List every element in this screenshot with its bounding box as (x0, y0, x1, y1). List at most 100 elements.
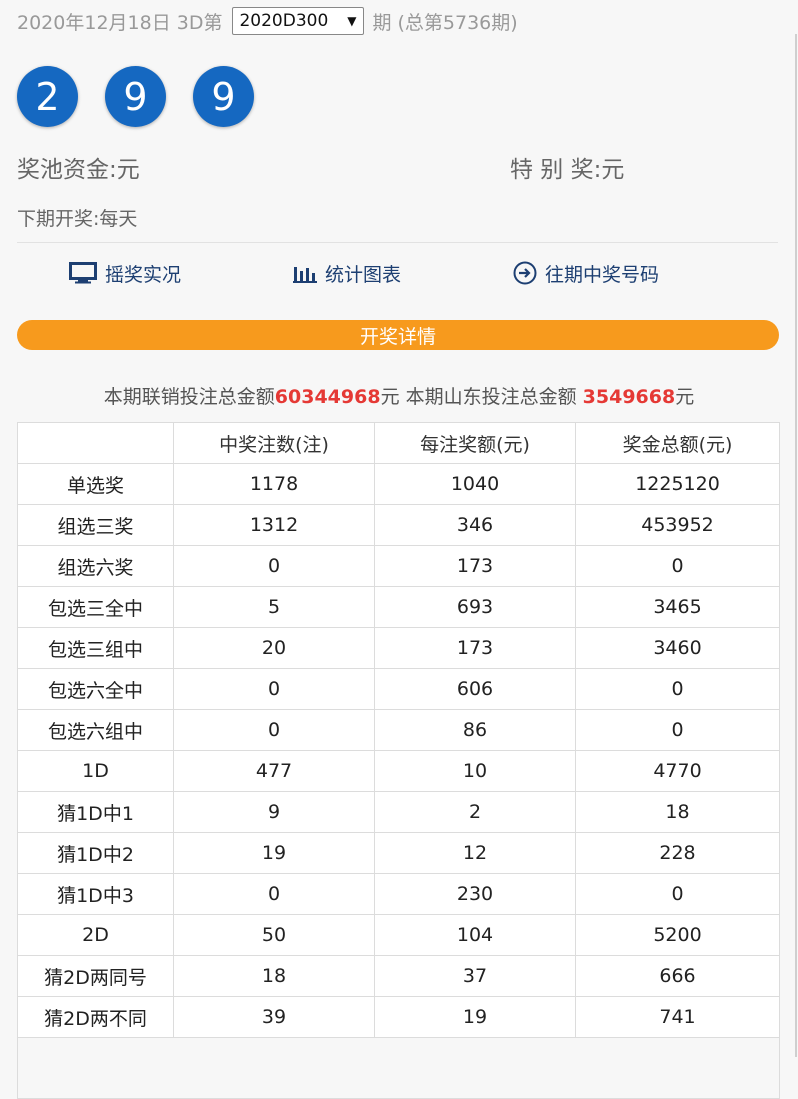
winner-count-cell: 19 (173, 832, 375, 874)
jackpot-value: 元 (116, 157, 140, 183)
scrollbar[interactable] (795, 34, 797, 1057)
prize-name-cell: 组选三奖 (17, 504, 174, 546)
issue-total-label: 期 (总第5736期) (372, 11, 518, 34)
empty-cell (17, 1037, 780, 1099)
special-prize-value: 元 (601, 157, 625, 183)
per-bet-prize-cell: 606 (374, 668, 576, 710)
total-prize-cell: 18 (575, 791, 780, 833)
table-row: 包选六全中 0 606 0 (17, 668, 780, 710)
number-ball: 9 (193, 66, 254, 127)
winning-numbers: 2 9 9 (17, 66, 281, 127)
prize-name-cell: 包选六组中 (17, 709, 174, 751)
winner-count-cell: 0 (173, 545, 375, 587)
total-prize-cell: 666 (575, 955, 780, 997)
table-row-empty (17, 1037, 780, 1099)
prize-name-cell: 包选三组中 (17, 627, 174, 669)
prize-name-cell: 1D (17, 750, 174, 792)
table-row: 包选三组中 20 173 3460 (17, 627, 780, 669)
table-row: 包选六组中 0 86 0 (17, 709, 780, 751)
number-ball: 9 (105, 66, 166, 127)
total-prize-cell: 4770 (575, 750, 780, 792)
prize-table: 中奖注数(注) 每注奖额(元) 奖金总额(元) 单选奖 1178 1040 12251… (17, 422, 780, 1099)
monitor-icon (69, 262, 97, 284)
table-row: 包选三全中 5 693 3465 (17, 586, 780, 628)
per-bet-prize-cell: 12 (374, 832, 576, 874)
live-draw-link[interactable]: 摇奖实况 (69, 258, 181, 288)
per-bet-prize-cell: 86 (374, 709, 576, 751)
per-bet-prize-cell: 104 (374, 914, 576, 956)
winner-count-cell: 1312 (173, 504, 375, 546)
table-row: 组选三奖 1312 346 453952 (17, 504, 780, 546)
draw-details-title: 开奖详情 (359, 325, 436, 348)
live-draw-label: 摇奖实况 (105, 263, 182, 286)
issue-select-value: 2020D300 (239, 11, 329, 31)
per-bet-prize-cell: 1040 (374, 463, 576, 505)
jackpot-pool: 奖池资金:元 (17, 150, 140, 184)
prize-name-cell: 2D (17, 914, 174, 956)
per-bet-prize-cell: 10 (374, 750, 576, 792)
prize-name-cell: 猜1D中2 (17, 832, 174, 874)
per-bet-prize-cell: 693 (374, 586, 576, 628)
prize-name-cell: 单选奖 (17, 463, 174, 505)
draw-details-bar[interactable]: 开奖详情 (17, 320, 779, 350)
winner-count-cell: 1178 (173, 463, 375, 505)
prize-table-body: 单选奖 1178 1040 1225120 组选三奖 1312 346 453952 组选六奖 0… (17, 463, 780, 1099)
table-row: 猜1D中3 0 230 0 (17, 873, 780, 915)
joint-sales-amount: 60344968 (274, 386, 381, 408)
prize-name-cell: 包选三全中 (17, 586, 174, 628)
arrow-circle-icon (513, 261, 537, 285)
prize-name-cell: 猜2D两不同 (17, 996, 174, 1038)
dropdown-arrow-icon: ▼ (347, 14, 357, 28)
number-ball: 2 (17, 66, 78, 127)
table-row: 2D 50 104 5200 (17, 914, 780, 956)
winner-count-cell: 18 (173, 955, 375, 997)
prize-name-cell: 猜2D两同号 (17, 955, 174, 997)
total-prize-cell: 1225120 (575, 463, 780, 505)
winner-count-cell: 39 (173, 996, 375, 1038)
total-prize-cell: 228 (575, 832, 780, 874)
winner-count-cell: 477 (173, 750, 375, 792)
winner-count-cell: 0 (173, 668, 375, 710)
header-cell: 中奖注数(注) (173, 422, 375, 464)
sales-totals: 本期联销投注总金额60344968元 本期山东投注总金额 3549668元 (0, 382, 798, 409)
header-cell: 每注奖额(元) (374, 422, 576, 464)
winner-count-cell: 5 (173, 586, 375, 628)
table-row: 组选六奖 0 173 0 (17, 545, 780, 587)
issue-select[interactable]: 2020D300 ▼ (232, 7, 365, 35)
special-prize-label: 特 别 奖: (510, 157, 602, 183)
winner-count-cell: 0 (173, 873, 375, 915)
total-prize-cell: 3460 (575, 627, 780, 669)
header-cell: 奖金总额(元) (575, 422, 780, 464)
sales-unit: 元 (675, 386, 695, 408)
history-link[interactable]: 往期中奖号码 (513, 258, 659, 288)
table-row: 猜1D中2 19 12 228 (17, 832, 780, 874)
charts-link[interactable]: 统计图表 (293, 258, 401, 288)
per-bet-prize-cell: 37 (374, 955, 576, 997)
table-row: 单选奖 1178 1040 1225120 (17, 463, 780, 505)
per-bet-prize-cell: 173 (374, 545, 576, 587)
total-prize-cell: 0 (575, 709, 780, 751)
total-prize-cell: 5200 (575, 914, 780, 956)
special-prize: 特 别 奖:元 (510, 150, 624, 184)
shandong-sales-amount: 3549668 (582, 386, 676, 408)
total-prize-cell: 0 (575, 873, 780, 915)
prize-name-cell: 包选六全中 (17, 668, 174, 710)
winner-count-cell: 0 (173, 709, 375, 751)
table-header-row: 中奖注数(注) 每注奖额(元) 奖金总额(元) (17, 422, 780, 464)
jackpot-label: 奖池资金: (17, 157, 117, 183)
winner-count-cell: 20 (173, 627, 375, 669)
joint-sales-label: 本期联销投注总金额 (103, 386, 275, 408)
draw-date-label: 2020年12月18日 3D第 (17, 11, 223, 34)
per-bet-prize-cell: 19 (374, 996, 576, 1038)
prize-name-cell: 猜1D中1 (17, 791, 174, 833)
next-draw-info: 下期开奖:每天 (17, 208, 138, 230)
winner-count-cell: 50 (173, 914, 375, 956)
per-bet-prize-cell: 173 (374, 627, 576, 669)
per-bet-prize-cell: 346 (374, 504, 576, 546)
charts-label: 统计图表 (325, 263, 402, 286)
prize-name-cell: 猜1D中3 (17, 873, 174, 915)
table-row: 猜2D两不同 39 19 741 (17, 996, 780, 1038)
table-row: 猜2D两同号 18 37 666 (17, 955, 780, 997)
header-cell (17, 422, 174, 464)
table-row: 1D 477 10 4770 (17, 750, 780, 792)
